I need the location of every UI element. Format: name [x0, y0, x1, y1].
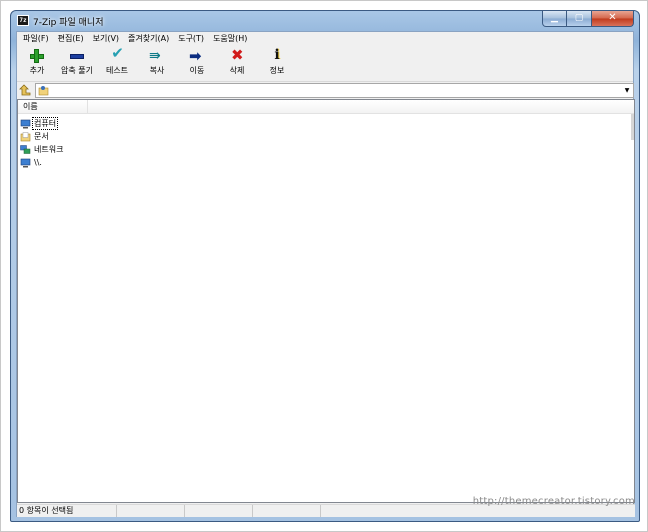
copy-button[interactable]: ⇛ 복사 [137, 47, 177, 81]
list-column-header: 이름 [18, 100, 634, 114]
list-item[interactable]: \\. [20, 156, 64, 169]
extract-label: 압축 풀기 [61, 66, 93, 75]
menu-bar: 파일(F) 편집(E) 보기(V) 즐겨찾기(A) 도구(T) 도움말(H) [17, 32, 633, 46]
network-icon [20, 144, 31, 154]
menu-help[interactable]: 도움말(H) [209, 32, 252, 46]
plus-icon [27, 47, 47, 65]
maximize-button[interactable]: ▢ [567, 11, 592, 27]
window-controls: ▁ ▢ ✕ [542, 11, 634, 28]
delete-button[interactable]: ✖ 삭제 [217, 47, 257, 81]
list-item[interactable]: 네트워크 [20, 143, 64, 156]
documents-folder-icon [20, 131, 31, 141]
test-button[interactable]: ✔ 테스트 [97, 44, 137, 81]
file-list[interactable]: 이름 컴퓨터 문서 네트워크 \\. [17, 99, 635, 503]
screenshot-frame: 7z 7-Zip 파일 매니저 ▁ ▢ ✕ 파일(F) 편집(E) 보기(V) … [0, 0, 648, 532]
delete-x-icon: ✖ [231, 46, 244, 64]
up-arrow-icon [19, 84, 31, 96]
menu-edit[interactable]: 편집(E) [54, 32, 89, 46]
info-icon: i [274, 47, 280, 63]
list-item-label: 네트워크 [34, 145, 64, 154]
address-combobox[interactable]: ▼ [35, 83, 634, 98]
add-label: 추가 [29, 66, 45, 75]
computer-icon [20, 158, 31, 167]
move-label: 이동 [189, 66, 205, 75]
list-item[interactable]: 문서 [20, 130, 64, 143]
menu-tools[interactable]: 도구(T) [174, 32, 209, 46]
minus-icon [67, 47, 87, 65]
list-item-label: 문서 [34, 132, 49, 141]
test-label: 테스트 [105, 66, 129, 75]
7zip-app-icon[interactable]: 7z [17, 15, 29, 26]
window-title: 7-Zip 파일 매니저 [33, 18, 104, 28]
list-rows: 컴퓨터 문서 네트워크 \\. [20, 117, 64, 169]
status-cell-2 [117, 505, 185, 517]
add-button[interactable]: 추가 [17, 47, 57, 81]
up-folder-button[interactable] [18, 83, 33, 98]
list-scroll-marker [631, 114, 634, 140]
list-item-label: 컴퓨터 [31, 117, 59, 130]
right-arrow-icon: ➡ [189, 47, 202, 65]
info-button[interactable]: i 정보 [257, 47, 297, 81]
user-folder-icon [38, 86, 49, 96]
close-button[interactable]: ✕ [592, 11, 634, 27]
title-bar[interactable]: 7z 7-Zip 파일 매니저 ▁ ▢ ✕ [11, 11, 639, 31]
column-header-name[interactable]: 이름 [18, 100, 88, 114]
app-window: 7z 7-Zip 파일 매니저 ▁ ▢ ✕ 파일(F) 편집(E) 보기(V) … [10, 10, 640, 522]
watermark-text: http://themecreator.tistory.com [472, 496, 635, 507]
move-button[interactable]: ➡ 이동 [177, 47, 217, 81]
copy-arrow-icon: ⇛ [149, 48, 161, 64]
menu-file[interactable]: 파일(F) [19, 32, 54, 46]
copy-label: 복사 [149, 66, 165, 75]
status-cell-4 [253, 505, 321, 517]
computer-icon [20, 119, 31, 128]
address-dropdown-arrow[interactable]: ▼ [622, 84, 632, 97]
status-selection-count: 0 항목이 선택됨 [17, 505, 117, 517]
extract-button[interactable]: 압축 풀기 [57, 47, 97, 81]
address-bar: ▼ [17, 83, 634, 98]
minimize-button[interactable]: ▁ [542, 11, 567, 27]
list-item[interactable]: 컴퓨터 [20, 117, 64, 130]
toolbar: 추가 압축 풀기 ✔ 테스트 ⇛ 복사 ➡ 이동 ✖ 삭제 i 정보 [17, 46, 633, 82]
menu-favorites[interactable]: 즐겨찾기(A) [124, 32, 174, 46]
status-cell-3 [185, 505, 253, 517]
list-item-label: \\. [34, 158, 42, 167]
checkmark-icon: ✔ [111, 44, 124, 62]
delete-label: 삭제 [229, 66, 245, 75]
info-label: 정보 [269, 66, 285, 75]
client-area: 파일(F) 편집(E) 보기(V) 즐겨찾기(A) 도구(T) 도움말(H) 추… [16, 31, 635, 517]
